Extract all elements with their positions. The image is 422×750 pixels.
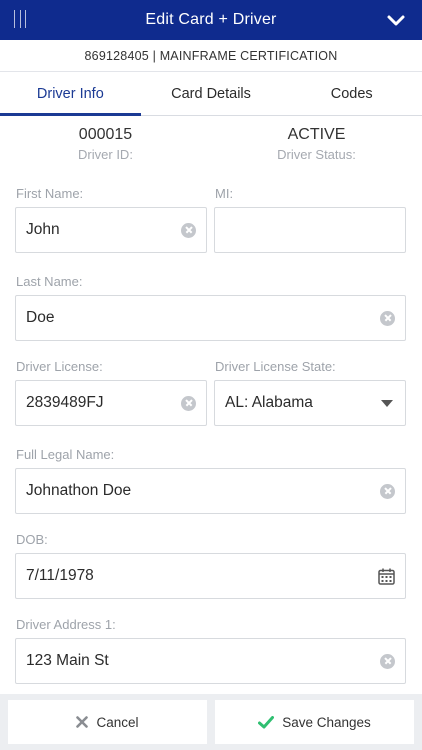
first-name-field[interactable]: John (15, 207, 207, 253)
cancel-label: Cancel (96, 714, 139, 730)
full-legal-name-field[interactable]: Johnathon Doe (15, 468, 406, 514)
tab-driver-info[interactable]: Driver Info (0, 72, 141, 116)
menu-bars-icon[interactable] (14, 10, 26, 28)
tab-codes[interactable]: Codes (281, 72, 422, 115)
driver-address-1-label: Driver Address 1: (16, 617, 116, 632)
account-subheader: 869128405 | MAINFRAME CERTIFICATION (0, 40, 422, 72)
clear-icon[interactable] (181, 395, 196, 411)
driver-license-label: Driver License: (16, 359, 103, 374)
clear-icon[interactable] (181, 222, 196, 238)
save-changes-label: Save Changes (282, 714, 371, 730)
clear-icon[interactable] (380, 310, 395, 326)
tab-card-details[interactable]: Card Details (141, 72, 282, 115)
dob-field[interactable]: 7/11/1978 (15, 553, 406, 599)
cancel-button[interactable]: Cancel (8, 700, 207, 744)
driver-address-1-field[interactable]: 123 Main St (15, 638, 406, 684)
action-footer: Cancel Save Changes (0, 694, 422, 750)
driver-info-form: 000015 Driver ID: ACTIVE Driver Status: … (0, 116, 422, 694)
dob-label: DOB: (16, 532, 48, 547)
last-name-value: Doe (26, 309, 55, 326)
driver-id-label: Driver ID: (78, 147, 133, 162)
first-name-label: First Name: (16, 186, 84, 201)
mi-label: MI: (215, 186, 234, 201)
tab-bar: Driver Info Card Details Codes (0, 72, 422, 116)
chevron-down-icon[interactable] (386, 11, 406, 31)
first-name-value: John (26, 221, 60, 238)
clear-icon[interactable] (380, 483, 395, 499)
full-legal-name-value: Johnathon Doe (26, 482, 132, 499)
clear-icon[interactable] (380, 653, 395, 669)
app-header: Edit Card + Driver (0, 0, 422, 40)
driver-status-label: Driver Status: (277, 147, 356, 162)
close-icon (76, 716, 89, 728)
driver-license-state-value: AL: Alabama (225, 394, 313, 411)
mi-field[interactable] (214, 207, 406, 253)
driver-address-1-value: 123 Main St (26, 652, 109, 669)
driver-status-summary: 000015 Driver ID: ACTIVE Driver Status: (0, 126, 422, 162)
full-legal-name-label: Full Legal Name: (16, 447, 115, 462)
last-name-field[interactable]: Doe (15, 295, 406, 341)
last-name-label: Last Name: (16, 274, 83, 289)
save-changes-button[interactable]: Save Changes (215, 700, 414, 744)
calendar-icon[interactable] (378, 568, 395, 585)
driver-license-value: 2839489FJ (26, 394, 104, 411)
dob-value: 7/11/1978 (26, 567, 94, 584)
driver-license-state-label: Driver License State: (215, 359, 336, 374)
dropdown-arrow-icon[interactable] (381, 399, 393, 407)
page-title: Edit Card + Driver (145, 11, 277, 28)
checkmark-icon (258, 715, 275, 729)
driver-status-value: ACTIVE (287, 126, 346, 143)
driver-license-field[interactable]: 2839489FJ (15, 380, 207, 426)
driver-license-state-select[interactable]: AL: Alabama (214, 380, 406, 426)
driver-id-value: 000015 (78, 126, 133, 143)
